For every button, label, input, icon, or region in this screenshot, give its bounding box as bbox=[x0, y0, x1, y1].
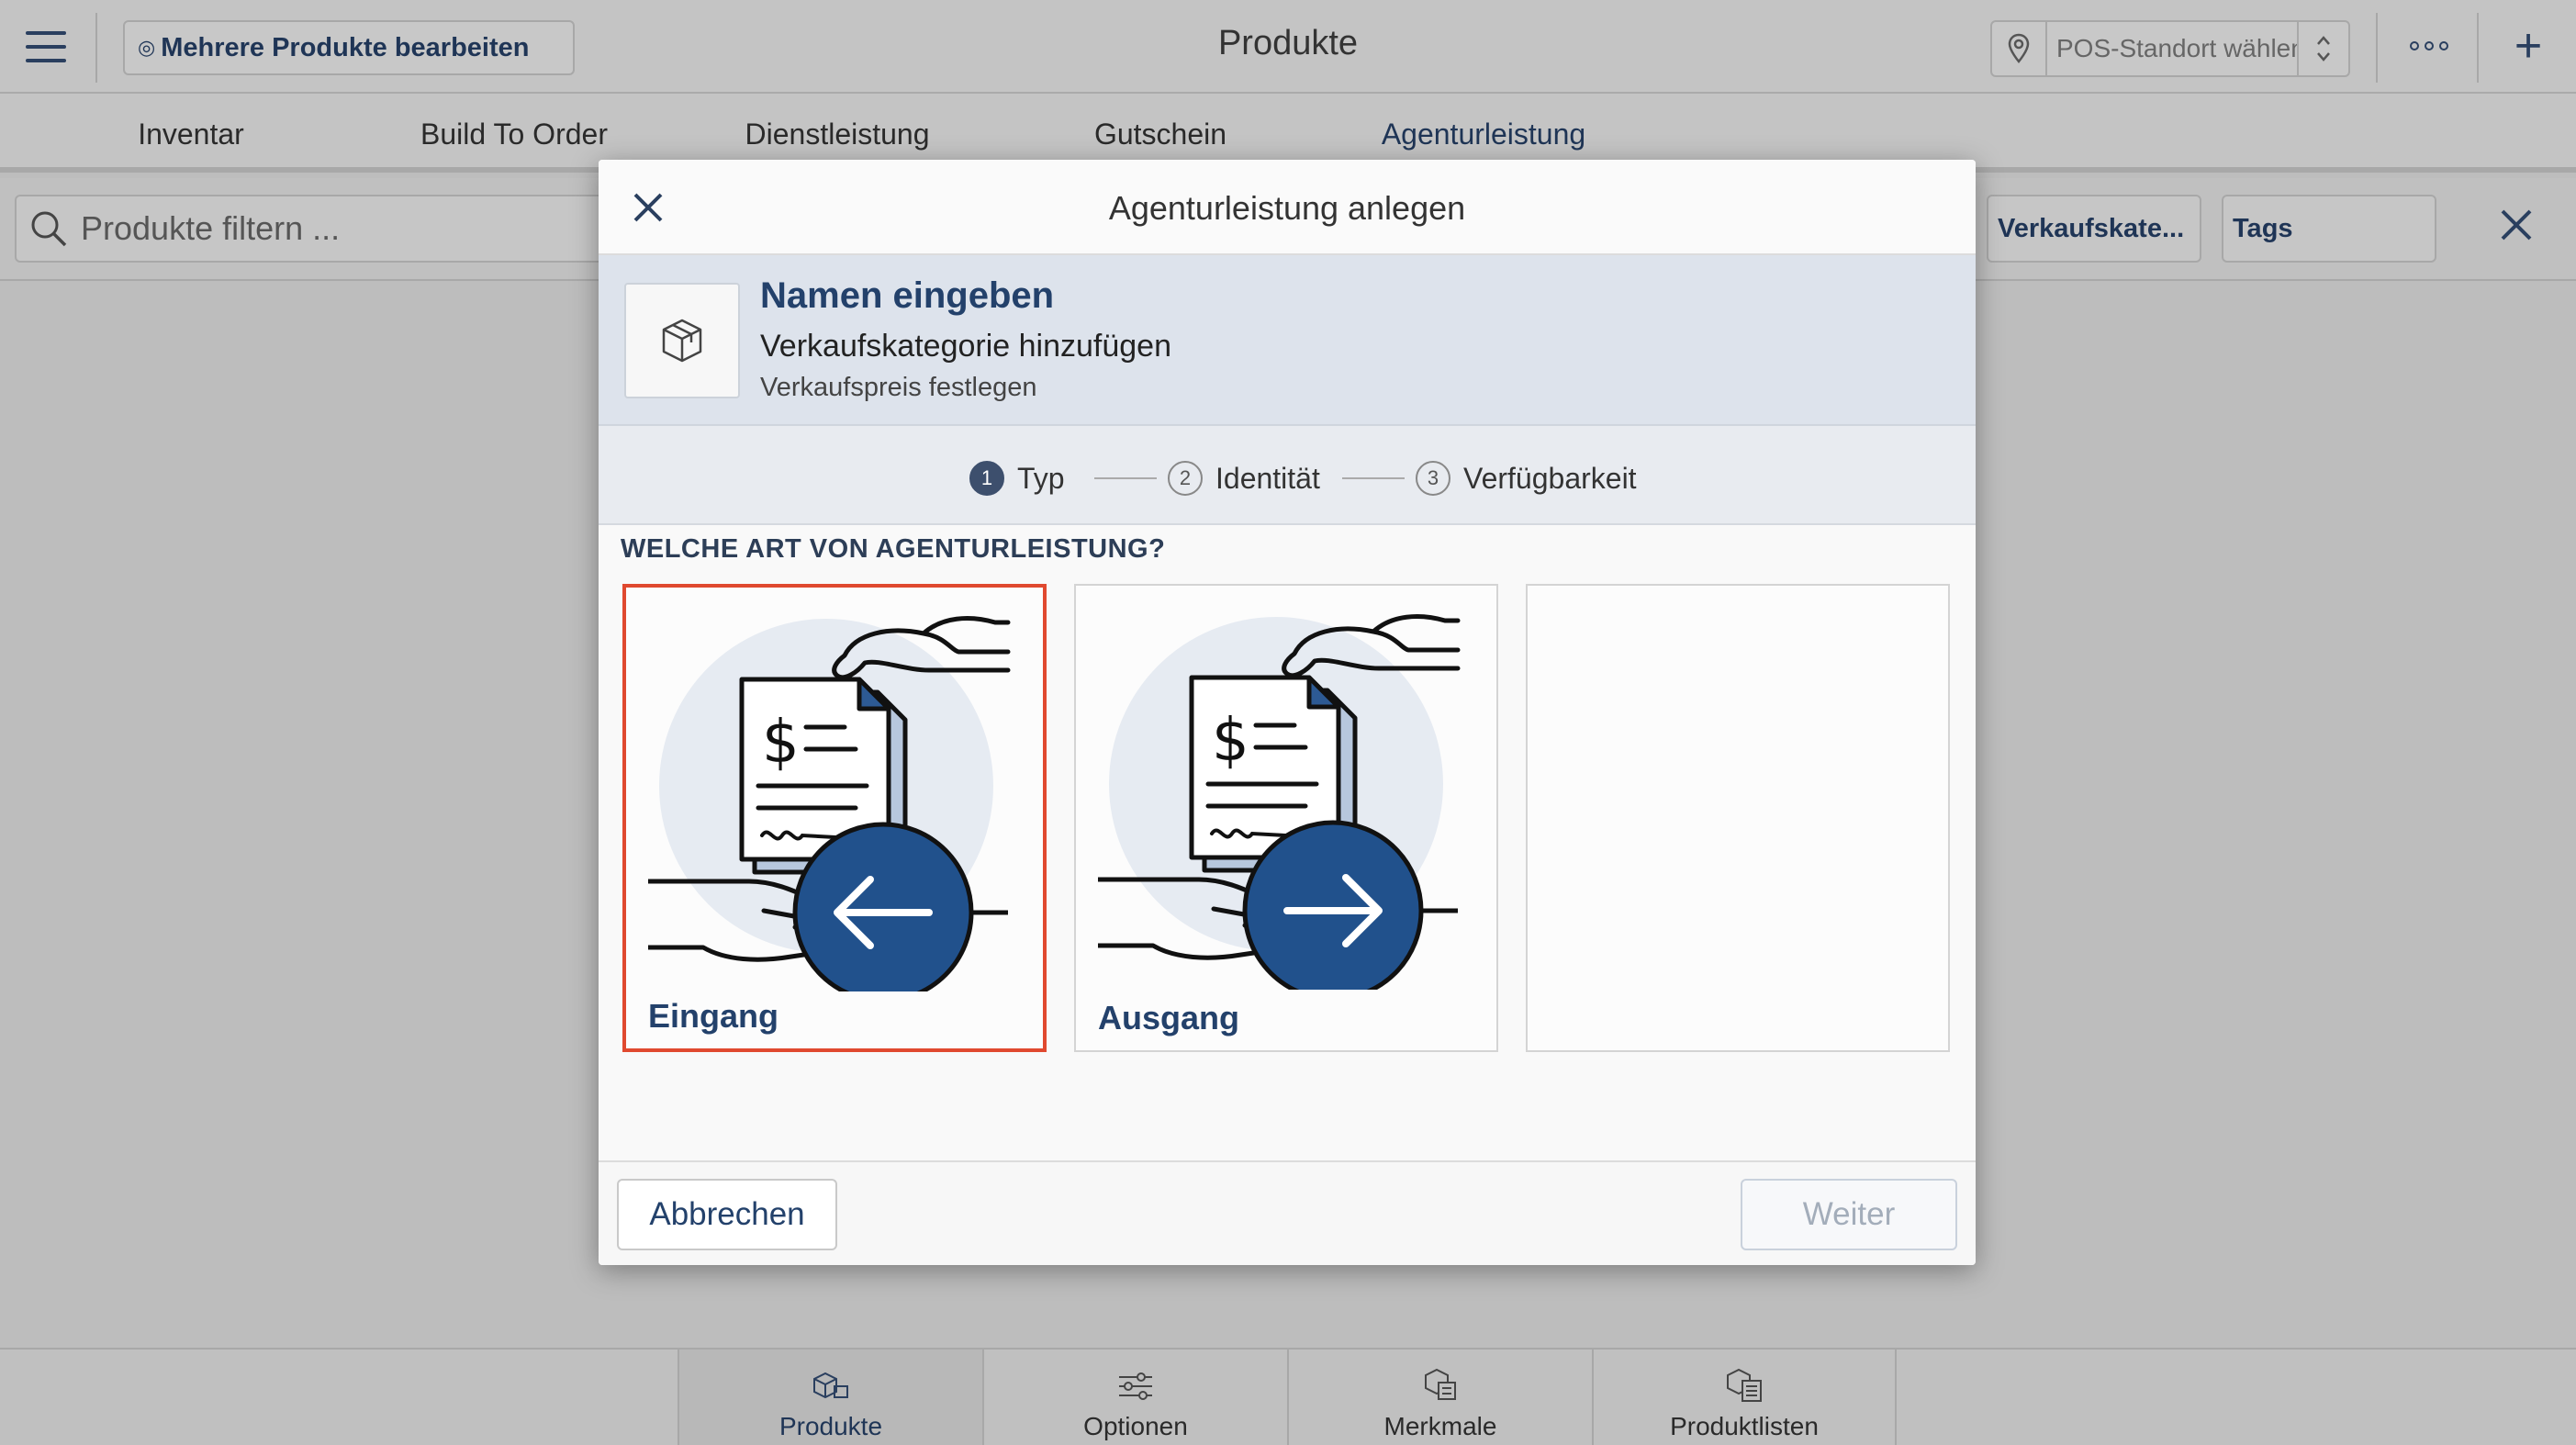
multi-edit-label: Mehrere Produkte bearbeiten bbox=[161, 32, 530, 62]
cancel-button[interactable]: Abbrechen bbox=[617, 1179, 837, 1250]
tab-gutschein[interactable]: Gutschein bbox=[999, 118, 1322, 151]
fingerprint-icon: ◎ bbox=[138, 36, 156, 59]
page-title: Produkte bbox=[1217, 24, 1359, 62]
product-summary: Namen eingeben Verkaufskategorie hinzufü… bbox=[599, 255, 1976, 426]
step-number: 2 bbox=[1168, 461, 1203, 496]
more-options-icon[interactable] bbox=[2402, 28, 2457, 64]
clear-filter-icon[interactable] bbox=[2493, 202, 2539, 248]
incoming-document-illustration: $ bbox=[648, 616, 1011, 991]
svg-text:$: $ bbox=[1212, 707, 1249, 775]
package-icon bbox=[624, 283, 740, 398]
bottom-tab-merkmale[interactable]: Merkmale bbox=[1287, 1350, 1592, 1445]
create-agency-service-dialog: Agenturleistung anlegen Namen eingeben V… bbox=[599, 160, 1976, 1265]
product-lists-icon bbox=[1727, 1368, 1762, 1402]
pos-location-text: POS-Standort wählen... bbox=[2056, 34, 2297, 62]
divider bbox=[2477, 13, 2479, 83]
tab-agenturleistung[interactable]: Agenturleistung bbox=[1322, 118, 1645, 151]
svg-text:$: $ bbox=[762, 709, 800, 777]
step-number: 3 bbox=[1416, 461, 1450, 496]
select-arrows-icon bbox=[2297, 22, 2348, 75]
bottom-tab-produkte[interactable]: Produkte bbox=[678, 1350, 982, 1445]
bottom-tab-label: Optionen bbox=[1083, 1412, 1188, 1440]
add-icon[interactable]: + bbox=[2503, 22, 2554, 73]
step-type: 1 Typ bbox=[969, 461, 1065, 496]
step-label: Typ bbox=[1017, 461, 1065, 495]
outgoing-document-illustration: $ bbox=[1098, 614, 1461, 990]
bottom-tab-label: Produkte bbox=[778, 1412, 883, 1440]
top-bar: ◎ Mehrere Produkte bearbeiten Produkte P… bbox=[0, 0, 2576, 94]
empty-option-slot bbox=[1526, 584, 1950, 1052]
option-incoming-card[interactable]: $ Eingang bbox=[622, 584, 1047, 1052]
step-number: 1 bbox=[969, 461, 1004, 496]
location-pin-icon bbox=[1992, 22, 2047, 75]
dialog-footer: Abbrechen Weiter bbox=[599, 1160, 1976, 1265]
option-label: Eingang bbox=[648, 997, 778, 1035]
attributes-icon bbox=[1425, 1368, 1456, 1400]
wizard-stepper: 1 Typ 2 Identität 3 Verfügbarkeit bbox=[599, 426, 1976, 525]
next-button[interactable]: Weiter bbox=[1741, 1179, 1957, 1250]
pos-location-select[interactable]: POS-Standort wählen... bbox=[1990, 20, 2350, 77]
summary-price: Verkaufspreis festlegen bbox=[760, 373, 1037, 402]
tab-dienstleistung[interactable]: Dienstleistung bbox=[676, 118, 999, 151]
bottom-tab-produktlisten[interactable]: Produktlisten bbox=[1592, 1350, 1897, 1445]
multi-edit-button[interactable]: ◎ Mehrere Produkte bearbeiten bbox=[123, 20, 575, 75]
sliders-icon bbox=[1119, 1372, 1152, 1400]
step-identity: 2 Identität bbox=[1168, 461, 1320, 496]
step-label: Identität bbox=[1215, 461, 1320, 495]
divider bbox=[95, 13, 97, 83]
products-icon bbox=[813, 1372, 848, 1399]
bottom-tab-label: Merkmale bbox=[1383, 1412, 1497, 1440]
close-icon[interactable] bbox=[628, 187, 668, 228]
tab-inventar[interactable]: Inventar bbox=[29, 118, 353, 151]
category-filter-chip[interactable]: Verkaufskate... bbox=[1987, 195, 2201, 263]
summary-name: Namen eingeben bbox=[760, 275, 1055, 316]
dialog-title: Agenturleistung anlegen bbox=[1108, 189, 1466, 227]
step-connector bbox=[1094, 477, 1157, 479]
search-input[interactable]: Produkte filtern ... bbox=[15, 195, 657, 263]
search-icon bbox=[31, 211, 67, 247]
dialog-header: Agenturleistung anlegen bbox=[599, 160, 1976, 255]
bottom-tab-optionen[interactable]: Optionen bbox=[982, 1350, 1287, 1445]
step-availability: 3 Verfügbarkeit bbox=[1416, 461, 1637, 496]
option-label: Ausgang bbox=[1098, 999, 1240, 1036]
tags-filter-chip[interactable]: Tags bbox=[2222, 195, 2436, 263]
step-label: Verfügbarkeit bbox=[1463, 461, 1637, 495]
tab-build-to-order[interactable]: Build To Order bbox=[353, 118, 676, 151]
bottom-navigation: Produkte Optionen Merkmale Produktlisten bbox=[0, 1348, 2576, 1445]
bottom-tab-label: Produktlisten bbox=[1670, 1412, 1819, 1440]
option-outgoing-card[interactable]: $ Ausgang bbox=[1074, 584, 1498, 1052]
type-question: WELCHE ART VON AGENTURLEISTUNG? bbox=[621, 534, 1166, 564]
divider bbox=[2376, 13, 2378, 83]
search-placeholder: Produkte filtern ... bbox=[81, 209, 341, 247]
summary-category: Verkaufskategorie hinzufügen bbox=[760, 329, 1171, 364]
menu-icon[interactable] bbox=[26, 31, 66, 62]
step-connector bbox=[1342, 477, 1405, 479]
